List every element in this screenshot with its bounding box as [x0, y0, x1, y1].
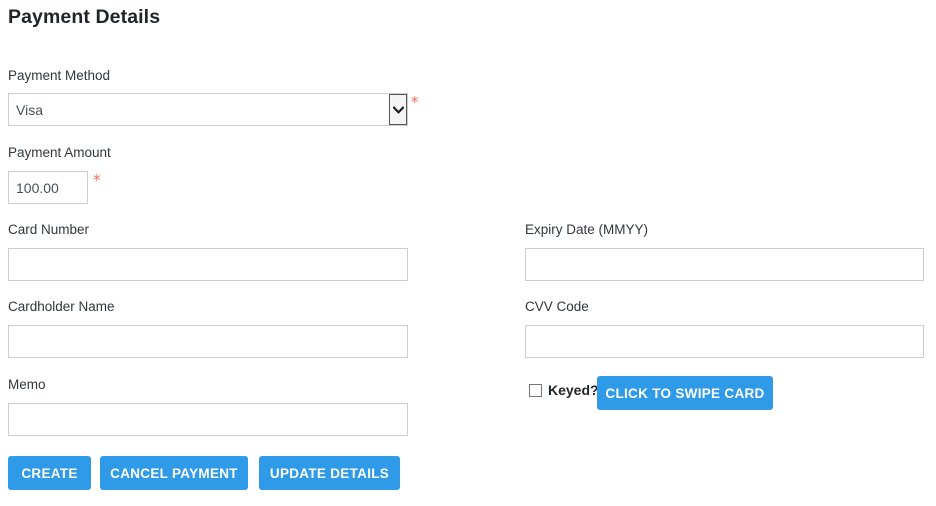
payment-amount-label: Payment Amount [8, 145, 111, 160]
keyed-checkbox-group[interactable]: Keyed? [529, 383, 599, 397]
update-details-button[interactable]: UPDATE DETAILS [259, 456, 400, 490]
cvv-code-label: CVV Code [525, 299, 589, 314]
card-number-input[interactable] [8, 248, 408, 281]
cardholder-name-label: Cardholder Name [8, 299, 115, 314]
payment-method-label: Payment Method [8, 68, 111, 83]
payment-amount-input[interactable] [8, 171, 88, 204]
expiry-date-label: Expiry Date (MMYY) [525, 222, 649, 237]
keyed-checkbox[interactable] [529, 383, 542, 397]
cardholder-name-input[interactable] [8, 325, 408, 358]
payment-method-field[interactable]: Visa [8, 93, 408, 126]
payment-amount-required-marker: * [93, 171, 101, 189]
payment-method-select[interactable]: Visa [8, 93, 408, 126]
memo-input[interactable] [8, 403, 408, 436]
cancel-payment-button[interactable]: CANCEL PAYMENT [100, 456, 248, 490]
memo-label: Memo [8, 377, 46, 392]
page-title: Payment Details [8, 6, 161, 28]
keyed-label[interactable]: Keyed? [548, 383, 599, 397]
click-to-swipe-card-button[interactable]: CLICK TO SWIPE CARD [597, 376, 773, 410]
payment-details-page: Payment Details Payment Method Visa * Pa… [0, 0, 936, 506]
create-button[interactable]: CREATE [8, 456, 91, 490]
card-number-label: Card Number [8, 222, 90, 237]
cvv-code-input[interactable] [525, 325, 924, 358]
payment-method-required-marker: * [411, 93, 419, 111]
expiry-date-input[interactable] [525, 248, 924, 281]
